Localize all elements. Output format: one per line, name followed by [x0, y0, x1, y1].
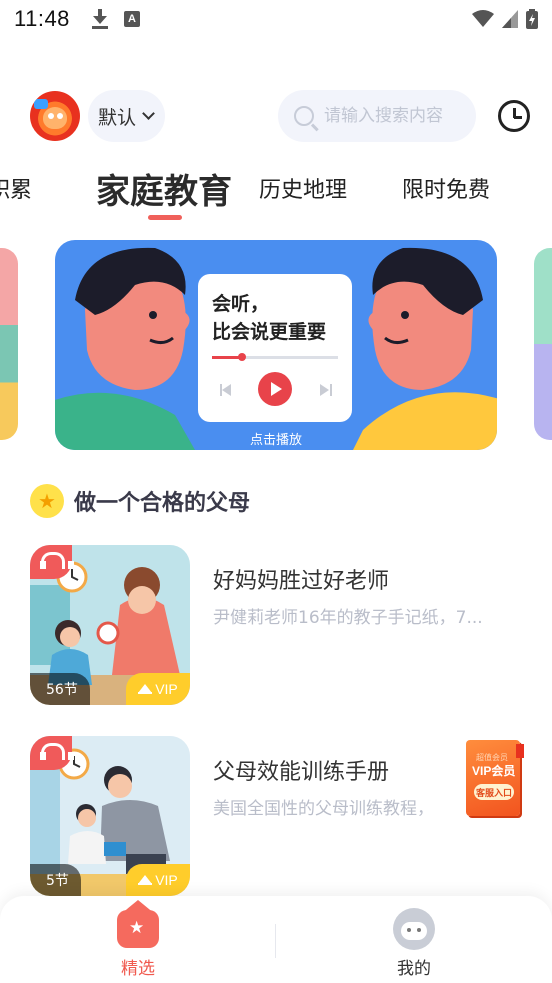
battery-icon [526, 9, 538, 29]
tab-history-geography[interactable]: 历史地理 [259, 172, 347, 204]
course-cover: 56节 VIP [30, 545, 190, 705]
header: 默认 [30, 88, 530, 144]
course-title: 父母效能训练手册 [213, 760, 390, 785]
star-icon: ★ [30, 484, 64, 518]
banner[interactable]: 会听， 比会说更重要 点击播放 [55, 240, 497, 450]
audio-progress-bar[interactable] [212, 353, 338, 361]
course-description: 尹健莉老师16年的教子手记纸，7... [213, 608, 483, 628]
previous-icon[interactable] [220, 384, 232, 396]
course-cover: 5节 VIP [30, 736, 190, 896]
active-tab-indicator [148, 215, 182, 220]
play-icon[interactable] [258, 372, 292, 406]
banner-caption: 点击播放 [249, 433, 302, 448]
mode-label: 默认 [98, 106, 137, 129]
bookmark-icon [516, 744, 524, 758]
course-title: 好妈妈胜过好老师 [213, 569, 390, 594]
bottom-tab-bar: 精选 我的 [0, 896, 552, 983]
course-item[interactable]: 56节 VIP 好妈妈胜过好老师 尹健莉老师16年的教子手记纸，7... [30, 545, 530, 705]
avatar[interactable] [30, 91, 80, 141]
app-screen: 11:48 A 默认 积累 家庭教育 历史地理 [0, 0, 552, 983]
tab-accumulate[interactable]: 积累 [0, 172, 32, 204]
tabbar-item-me[interactable]: 我的 [354, 906, 474, 982]
course-description: 美国全国性的父母训练教程， [213, 799, 434, 819]
vip-badge: VIP [126, 673, 190, 705]
history-icon[interactable] [498, 100, 530, 132]
tab-family-education[interactable]: 家庭教育 [96, 164, 232, 213]
search-icon [294, 106, 314, 126]
text-notification-icon: A [123, 11, 140, 27]
chevron-down-icon [142, 107, 155, 120]
vip-entry-button[interactable]: 客服入口 [474, 784, 514, 800]
tabbar-divider [275, 924, 276, 958]
mode-selector[interactable]: 默认 [88, 90, 166, 142]
headphone-icon [30, 736, 74, 770]
card-title-line2: 比会说更重要 [212, 321, 327, 343]
course-item[interactable]: 5节 VIP 父母效能训练手册 美国全国性的父母训练教程， [30, 736, 530, 896]
profile-icon [393, 908, 435, 950]
search-input[interactable] [324, 106, 464, 126]
headphone-icon [30, 545, 74, 579]
banner-illustration-left-person [55, 247, 195, 450]
download-icon [91, 9, 108, 29]
signal-icon [502, 10, 518, 28]
card-title-line1: 会听， [212, 293, 270, 315]
home-icon [117, 900, 159, 948]
crown-icon [138, 875, 153, 885]
banner-illustration-right-person [353, 247, 497, 450]
section-title: 做一个合格的父母 [74, 491, 251, 516]
audio-player-card[interactable]: 会听， 比会说更重要 [198, 274, 352, 422]
tab-limited-free[interactable]: 限时免费 [402, 172, 490, 204]
banner-next-peek[interactable] [534, 248, 552, 440]
progress-knob[interactable] [238, 353, 247, 361]
crown-icon [138, 684, 153, 694]
tabbar-label-me: 我的 [397, 959, 431, 979]
wifi-icon [472, 10, 494, 27]
section-header: ★ 做一个合格的父母 [30, 484, 250, 518]
tabbar-label-featured: 精选 [121, 959, 155, 979]
vip-customer-service-entry[interactable]: 超值会员 VIP会员 客服入口 [462, 736, 524, 818]
lesson-count: 56节 [30, 673, 90, 705]
lesson-count: 5节 [30, 864, 81, 896]
banner-prev-peek[interactable] [0, 248, 18, 440]
tabbar-item-featured[interactable]: 精选 [78, 900, 198, 982]
search-bar[interactable] [278, 90, 476, 142]
category-tabs: 积累 家庭教育 历史地理 限时免费 [0, 160, 552, 226]
vip-badge: VIP [126, 864, 190, 896]
next-icon[interactable] [320, 384, 332, 396]
vip-entry-main-text: VIP会员 [472, 764, 516, 778]
status-bar: 11:48 A [0, 0, 552, 38]
status-time: 11:48 [14, 6, 70, 31]
